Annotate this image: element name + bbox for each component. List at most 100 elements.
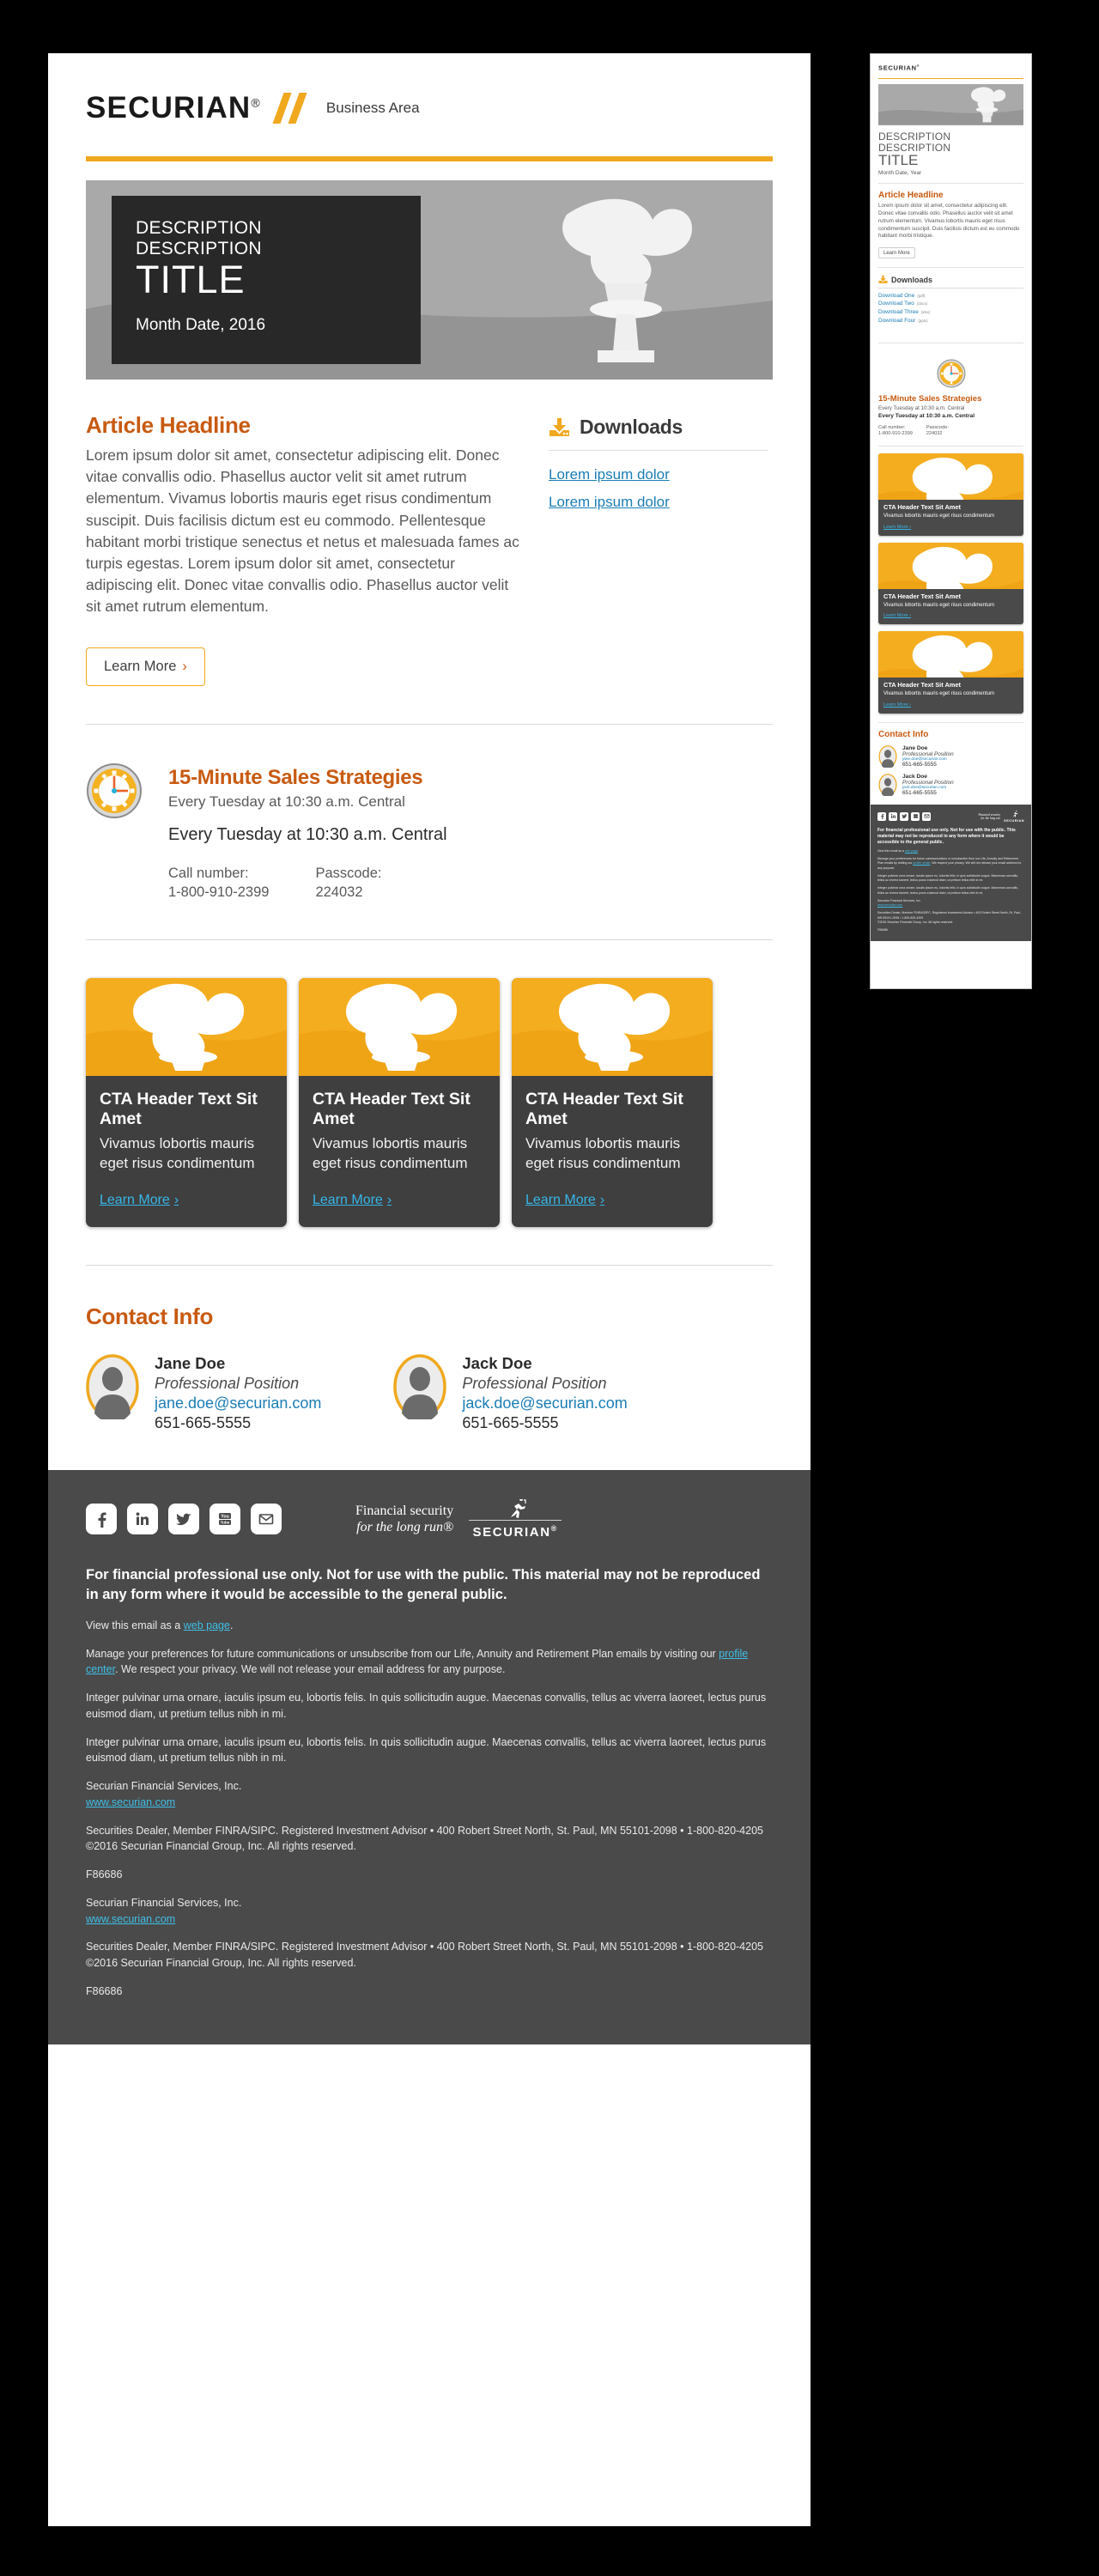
contact-phone: 651-665-5555 bbox=[155, 1413, 252, 1431]
mobile-webinar-title: 15-Minute Sales Strategies bbox=[878, 393, 982, 404]
article-learn-more-button[interactable]: Learn More › bbox=[86, 647, 205, 686]
mobile-clock-wrap bbox=[878, 350, 1023, 395]
youtube-icon[interactable]: You Tube bbox=[209, 1504, 240, 1535]
mobile-download-link[interactable]: Download One (pdf) bbox=[878, 290, 1023, 299]
cta-torch-image bbox=[86, 978, 287, 1077]
article-body: Lorem ipsum dolor sit amet, consectetur … bbox=[86, 447, 519, 616]
mobile-cta-image bbox=[878, 631, 1023, 678]
mobile-webinar-dial: Call number: 1-800-910-2399 Passcode: 22… bbox=[878, 425, 1023, 438]
mobile-contact-position: Professional Position bbox=[902, 750, 954, 757]
contact-email-link[interactable]: jane.doe@securian.com bbox=[155, 1394, 321, 1413]
securian-logo: SECURIAN® bbox=[86, 91, 261, 125]
mobile-cta-text: Vivamus lobortis mauris eget risus condi… bbox=[883, 513, 994, 519]
mobile-cta-card[interactable]: CTA Header Text Sit Amet Vivamus loborti… bbox=[878, 542, 1023, 625]
mobile-footer-view-email: View this email as a web page. bbox=[877, 848, 920, 853]
mobile-article-headline: Article Headline bbox=[878, 191, 944, 201]
mobile-footer-code: F86686 bbox=[877, 928, 888, 933]
cta-learn-more-link[interactable]: Learn More › bbox=[313, 1193, 392, 1208]
mobile-contact-name: Jack Doe bbox=[902, 773, 927, 780]
download-link[interactable]: Lorem ipsum dolor bbox=[549, 456, 768, 483]
contact-name: Jane Doe bbox=[155, 1353, 226, 1372]
torch-illustration-icon bbox=[878, 84, 1023, 125]
linkedin-icon[interactable] bbox=[127, 1504, 158, 1535]
mobile-download-link[interactable]: Download Three (xlsx) bbox=[878, 307, 1023, 315]
mobile-download-link[interactable]: Download Two (docx) bbox=[878, 299, 1023, 307]
securian-website-link[interactable]: www.securian.com bbox=[877, 903, 902, 907]
email-icon[interactable] bbox=[251, 1504, 282, 1535]
contact-list: Jane Doe Professional Position jane.doe@… bbox=[86, 1354, 773, 1432]
cta-header: CTA Header Text Sit Amet bbox=[100, 1090, 258, 1129]
cta-learn-more-link[interactable]: Learn More › bbox=[100, 1193, 179, 1208]
email-icon[interactable] bbox=[922, 811, 931, 821]
cta-card[interactable]: CTA Header Text Sit Amet Vivamus loborti… bbox=[299, 978, 500, 1227]
cta-card[interactable]: CTA Header Text Sit Amet Vivamus loborti… bbox=[86, 978, 287, 1227]
twitter-icon[interactable] bbox=[168, 1504, 199, 1535]
avatar-icon bbox=[878, 744, 897, 768]
mobile-hero-title: TITLE bbox=[878, 152, 919, 169]
mobile-webinar-schedule: Every Tuesday at 10:30 a.m. Central bbox=[878, 413, 975, 420]
contact-email-link[interactable]: jack.doe@securian.com bbox=[462, 1394, 627, 1413]
download-link[interactable]: Lorem ipsum dolor bbox=[549, 483, 768, 511]
webinar-title: 15-Minute Sales Strategies bbox=[168, 765, 423, 789]
cta-card-body: CTA Header Text Sit Amet Vivamus loborti… bbox=[512, 1076, 713, 1227]
mobile-cta-card[interactable]: CTA Header Text Sit Amet Vivamus loborti… bbox=[878, 631, 1023, 714]
webinar-section: 15-Minute Sales Strategies Every Tuesday… bbox=[86, 762, 773, 902]
mobile-tagline-text: Financial security for the long run bbox=[978, 812, 1001, 820]
mobile-hero-date: Month Date, Year bbox=[878, 170, 922, 177]
footer-company-block-2: Securian Financial Services, Inc. www.se… bbox=[86, 1896, 242, 1925]
mobile-divider bbox=[878, 446, 1023, 447]
downloads-title: Downloads bbox=[580, 416, 683, 438]
facebook-icon[interactable] bbox=[86, 1504, 117, 1535]
cta-text: Vivamus lobortis mauris eget risus condi… bbox=[100, 1135, 255, 1172]
webinar-dial-info: Call number: 1-800-910-2399 Passcode: 22… bbox=[168, 864, 447, 902]
twitter-icon[interactable] bbox=[900, 811, 908, 821]
cta-torch-image bbox=[299, 978, 500, 1077]
torch-illustration-icon bbox=[878, 453, 1023, 501]
hero-title: TITLE bbox=[136, 258, 246, 302]
mobile-passcode-label: Passcode: bbox=[926, 424, 949, 430]
mobile-gold-divider bbox=[878, 77, 1023, 79]
mobile-download-link[interactable]: Download Four (pptx) bbox=[878, 315, 1023, 324]
securian-website-link[interactable]: www.securian.com bbox=[86, 1796, 175, 1808]
mobile-cta-link[interactable]: Learn More › bbox=[883, 525, 911, 530]
contact-card: Jack Doe Professional Position jack.doe@… bbox=[393, 1353, 628, 1432]
mobile-cta-card[interactable]: CTA Header Text Sit Amet Vivamus loborti… bbox=[878, 453, 1023, 536]
mobile-webinar-subtitle: Every Tuesday at 10:30 a.m. Central bbox=[878, 405, 965, 412]
mobile-contact-name: Jane Doe bbox=[902, 744, 928, 751]
footer-lorem-1: Integer pulvinar urna ornare, iaculis ip… bbox=[86, 1692, 767, 1720]
chevron-right-icon: › bbox=[173, 1192, 179, 1207]
youtube-icon[interactable] bbox=[911, 811, 920, 821]
contact-name: Jack Doe bbox=[462, 1353, 532, 1372]
mobile-cta-text: Vivamus lobortis mauris eget risus condi… bbox=[883, 691, 994, 697]
mobile-cta-header: CTA Header Text Sit Amet bbox=[883, 592, 961, 600]
torch-illustration-icon bbox=[86, 978, 287, 1077]
chevron-right-icon: › bbox=[182, 658, 187, 674]
mobile-cta-header: CTA Header Text Sit Amet bbox=[883, 503, 961, 512]
call-number-value: 1-800-910-2399 bbox=[168, 884, 270, 900]
profile-center-link[interactable]: profile center bbox=[913, 861, 930, 865]
web-page-link[interactable]: web page bbox=[905, 849, 918, 853]
cta-card-body: CTA Header Text Sit Amet Vivamus loborti… bbox=[299, 1076, 500, 1227]
mobile-cta-link[interactable]: Learn More › bbox=[883, 613, 911, 618]
facebook-icon[interactable] bbox=[877, 811, 886, 821]
linkedin-icon[interactable] bbox=[889, 811, 897, 821]
securian-website-link[interactable]: www.securian.com bbox=[86, 1913, 175, 1925]
torch-illustration-icon bbox=[299, 978, 500, 1077]
gold-divider bbox=[86, 156, 773, 161]
chevron-right-icon: › bbox=[599, 1192, 605, 1207]
mobile-learn-more-button[interactable]: Learn More bbox=[878, 247, 915, 259]
cta-learn-more-link[interactable]: Learn More › bbox=[525, 1193, 604, 1208]
article-headline: Article Headline bbox=[86, 412, 251, 438]
passcode-label: Passcode: bbox=[315, 865, 382, 881]
mobile-footer-securian-logo: SECURIAN bbox=[1004, 810, 1024, 823]
mobile-contact-details: Jane Doe Professional Position jane.doe@… bbox=[902, 745, 954, 768]
mobile-passcode-value: 224032 bbox=[926, 430, 943, 436]
hero-description-line2: DESCRIPTION bbox=[136, 238, 262, 258]
contact-position: Professional Position bbox=[155, 1374, 300, 1392]
hero-description-line1: DESCRIPTION bbox=[136, 218, 262, 238]
mobile-cta-link[interactable]: Learn More › bbox=[883, 702, 911, 708]
web-page-link[interactable]: web page bbox=[184, 1619, 230, 1631]
webinar-schedule: Every Tuesday at 10:30 a.m. Central bbox=[168, 824, 447, 844]
mobile-call-number-label: Call number: bbox=[878, 424, 906, 430]
cta-card[interactable]: CTA Header Text Sit Amet Vivamus loborti… bbox=[512, 978, 713, 1227]
